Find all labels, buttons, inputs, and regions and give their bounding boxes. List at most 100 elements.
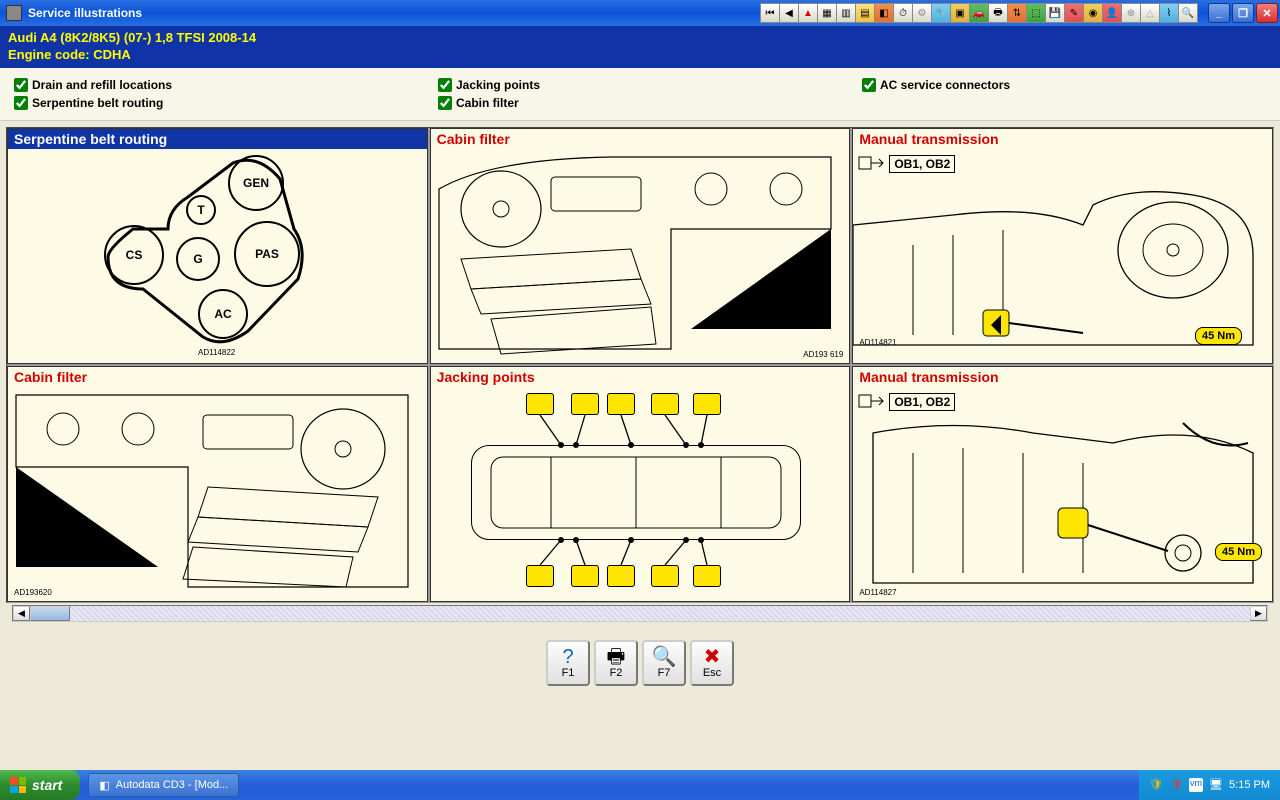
toolbar-sort-icon[interactable]: ⇅: [1007, 3, 1027, 23]
tray-shield2-icon[interactable]: 🛡: [1169, 778, 1183, 792]
toolbar-diag-icon[interactable]: ⬚: [1026, 3, 1046, 23]
illus-title: Serpentine belt routing: [8, 129, 427, 149]
toolbar-parts-icon[interactable]: ▣: [950, 3, 970, 23]
pulley-gen: GEN: [228, 155, 284, 211]
fkey-bar: ?F1 🖶F2 🔍F7 ✖Esc: [0, 628, 1280, 698]
close-icon: ✖: [704, 647, 721, 667]
toolbar-data-icon[interactable]: ▥: [836, 3, 856, 23]
toolbar-search-icon[interactable]: 🔍: [1178, 3, 1198, 23]
toolbar-notes-icon[interactable]: ▤: [855, 3, 875, 23]
jack-icon: [571, 565, 599, 587]
illus-panel-cabin2[interactable]: Cabin filter AD193620: [7, 366, 428, 602]
toolbar-wiring-icon[interactable]: ⌇: [1159, 3, 1179, 23]
ref-label: AD114822: [198, 348, 235, 357]
chk-drain[interactable]: Drain and refill locations: [14, 78, 418, 92]
toolbar-prev-icon[interactable]: ◀: [779, 3, 799, 23]
esc-close-button[interactable]: ✖Esc: [690, 640, 734, 686]
pulley-g: G: [176, 237, 220, 281]
toolbar-gear-icon[interactable]: ⚙: [912, 3, 932, 23]
close-button[interactable]: ✕: [1256, 3, 1278, 23]
trans-sublabel: OB1, OB2: [889, 393, 955, 411]
f7-zoom-button[interactable]: 🔍F7: [642, 640, 686, 686]
illus-body: GEN T CS G PAS AC AD114822: [8, 149, 427, 361]
maximize-button[interactable]: ❐: [1232, 3, 1254, 23]
toolbar-first-icon[interactable]: ⏮: [760, 3, 780, 23]
tray-shield-icon[interactable]: 🛡: [1149, 778, 1163, 792]
illus-title: Manual transmission: [853, 367, 1272, 387]
illus-panel-serpentine[interactable]: Serpentine belt routing GEN T CS G PAS A…: [7, 128, 428, 364]
trans-plug-icon: [857, 391, 887, 411]
scroll-left-icon[interactable]: ◀: [13, 606, 30, 621]
chk-cabin[interactable]: Cabin filter: [438, 96, 842, 110]
trans-sublabel: OB1, OB2: [889, 155, 955, 173]
pulley-pas: PAS: [234, 221, 300, 287]
f1-help-button[interactable]: ?F1: [546, 640, 590, 686]
f2-print-button[interactable]: 🖶F2: [594, 640, 638, 686]
illustrations-grid: Serpentine belt routing GEN T CS G PAS A…: [6, 127, 1274, 603]
toolbar-stopwatch-icon[interactable]: ⏱: [893, 3, 913, 23]
toolbar-save-icon[interactable]: 💾: [1045, 3, 1065, 23]
jack-icon: [651, 393, 679, 415]
scroll-track[interactable]: [30, 606, 1250, 621]
illus-panel-trans1[interactable]: Manual transmission OB1, OB2 45 Nm AD114…: [852, 128, 1273, 364]
system-tray[interactable]: 🛡 🛡 vm 🖥 5:15 PM: [1139, 770, 1280, 800]
torque-badge: 45 Nm: [1215, 543, 1262, 561]
chk-ac[interactable]: AC service connectors: [862, 78, 1266, 92]
help-icon: ?: [562, 647, 573, 667]
jack-icon: [571, 393, 599, 415]
scroll-thumb[interactable]: [30, 606, 70, 621]
toolbar-abs-icon[interactable]: ◉: [1083, 3, 1103, 23]
jack-icon: [526, 393, 554, 415]
jack-icon: [607, 565, 635, 587]
tray-monitor-icon[interactable]: 🖥: [1209, 778, 1223, 792]
toolbar-schedule-icon[interactable]: ▦: [817, 3, 837, 23]
jack-icon: [607, 393, 635, 415]
windows-logo-icon: [10, 777, 26, 793]
cabin-diagram: [431, 149, 850, 361]
chk-jack[interactable]: Jacking points: [438, 78, 842, 92]
toolbar-steering-icon[interactable]: ⊕: [1121, 3, 1141, 23]
scroll-right-icon[interactable]: ▶: [1250, 606, 1267, 621]
hscrollbar[interactable]: ◀ ▶: [12, 605, 1268, 622]
illus-panel-jacking[interactable]: Jacking points: [430, 366, 851, 602]
toolbar-warning-icon[interactable]: ▲: [798, 3, 818, 23]
jack-icon: [693, 565, 721, 587]
start-button[interactable]: start: [0, 770, 80, 800]
toolbar-ac-icon[interactable]: △: [1140, 3, 1160, 23]
ref-label: AD114827: [859, 588, 896, 597]
titlebar: Service illustrations ⏮ ◀ ▲ ▦ ▥ ▤ ◧ ⏱ ⚙ …: [0, 0, 1280, 26]
toolbar-airbag-icon[interactable]: 👤: [1102, 3, 1122, 23]
minimize-button[interactable]: _: [1208, 3, 1230, 23]
window-buttons: _ ❐ ✕: [1206, 3, 1278, 23]
tray-clock[interactable]: 5:15 PM: [1229, 779, 1270, 791]
cabin-diagram2: [8, 387, 427, 599]
vehicle-line2: Engine code: CDHA: [8, 47, 1272, 64]
illus-title: Manual transmission: [853, 129, 1272, 149]
pulley-t: T: [186, 195, 216, 225]
toolbar-wrench-icon[interactable]: 🔧: [931, 3, 951, 23]
trans-plug-icon: [857, 153, 887, 173]
illus-title: Cabin filter: [431, 129, 850, 149]
trans-diagram2: [853, 413, 1272, 599]
illus-panel-trans2[interactable]: Manual transmission OB1, OB2 45 Nm AD114…: [852, 366, 1273, 602]
illus-body: AD193 619: [431, 149, 850, 361]
toolbar-print-icon[interactable]: 🖶: [988, 3, 1008, 23]
app-icon: [6, 5, 22, 21]
chk-serp[interactable]: Serpentine belt routing: [14, 96, 418, 110]
ref-label: AD193 619: [803, 350, 843, 359]
illus-panel-cabin1[interactable]: Cabin filter AD193 619: [430, 128, 851, 364]
illus-title: Jacking points: [431, 367, 850, 387]
toolbar-edit-icon[interactable]: ✎: [1064, 3, 1084, 23]
taskbar-app-button[interactable]: ◧ Autodata CD3 - [Mod...: [88, 773, 239, 797]
illus-body: [431, 387, 850, 599]
titlebar-toolbar: ⏮ ◀ ▲ ▦ ▥ ▤ ◧ ⏱ ⚙ 🔧 ▣ 🚗 🖶 ⇅ ⬚ 💾 ✎ ◉ 👤 ⊕ …: [761, 3, 1198, 23]
illus-body: AD193620: [8, 387, 427, 599]
vehicle-line1: Audi A4 (8K2/8K5) (07-) 1,8 TFSI 2008-14: [8, 30, 1272, 47]
ref-label: AD114821: [859, 338, 896, 347]
toolbar-illus-icon[interactable]: ◧: [874, 3, 894, 23]
window-title: Service illustrations: [26, 6, 142, 20]
tray-vm-icon[interactable]: vm: [1189, 778, 1203, 792]
toolbar-car-icon[interactable]: 🚗: [969, 3, 989, 23]
torque-badge: 45 Nm: [1195, 327, 1242, 345]
jack-icon: [526, 565, 554, 587]
